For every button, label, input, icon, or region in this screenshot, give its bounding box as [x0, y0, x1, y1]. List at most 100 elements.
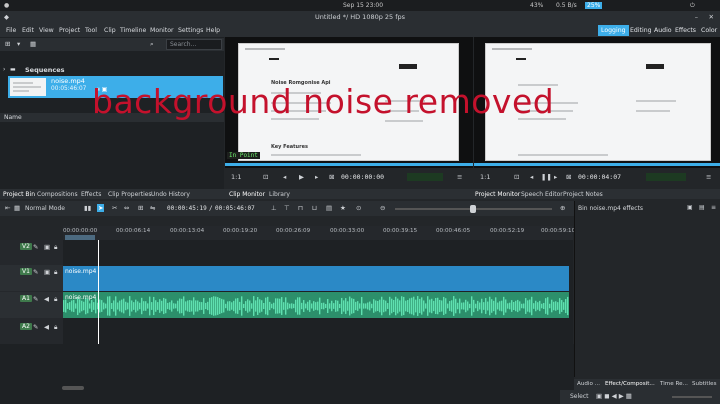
pause-icon[interactable]: ❚❚	[541, 173, 552, 181]
bin-clip-item[interactable]: noise.mp4 00:05:46:07 🔊︎ ▣	[8, 76, 223, 98]
slip-tool-icon[interactable]: ⊞	[138, 204, 143, 212]
lock-icon[interactable]: 🔒︎	[54, 323, 57, 332]
hide-icon[interactable]: ▣	[44, 268, 50, 276]
tab-time-remapping[interactable]: Time Re...	[660, 381, 688, 387]
zoom-in-icon[interactable]: ⊕	[560, 204, 565, 212]
folder-sequences[interactable]: › ▬ Sequences	[3, 66, 223, 76]
column-name[interactable]: Name	[4, 114, 22, 121]
timeline-ruler[interactable]: 00:00:00:00 00:00:06:14 00:00:13:04 00:0…	[63, 226, 575, 240]
track-menu-icon[interactable]: ⇤	[5, 204, 10, 212]
tab-clip-monitor[interactable]: Clip Monitor	[229, 191, 265, 198]
mix-icon[interactable]: ▮▮	[84, 204, 91, 212]
clip-monitor-ruler[interactable]	[225, 163, 473, 166]
zoom-out-icon[interactable]: ⊖	[380, 204, 385, 212]
minimize-icon[interactable]: –	[695, 11, 698, 24]
forward-icon[interactable]: ▸	[554, 173, 557, 181]
insert-icon[interactable]: ⊥	[271, 204, 277, 212]
timeline-scrollbar[interactable]	[62, 386, 84, 390]
mute-icon[interactable]: ◀	[44, 323, 49, 331]
lock-icon[interactable]: 🔒︎	[54, 295, 57, 304]
save-stack-icon[interactable]: ▤	[699, 204, 705, 211]
tab-undo-history[interactable]: Undo History	[151, 191, 190, 198]
timeline-mode-select[interactable]: Normal Mode	[25, 205, 65, 212]
system-clock[interactable]: Sep 15 23:00	[343, 2, 383, 9]
hide-icon[interactable]: ▣	[44, 243, 50, 251]
record-icon[interactable]: ⊙	[356, 204, 361, 212]
rewind-icon[interactable]: ◂	[283, 173, 286, 181]
menu-project[interactable]: Project	[59, 27, 80, 34]
lock-icon[interactable]: 🔒︎	[54, 243, 57, 252]
menu-help[interactable]: Help	[206, 27, 220, 34]
tab-project-monitor[interactable]: Project Monitor	[475, 191, 520, 198]
timeline-position[interactable]: 00:00:45:19	[167, 205, 207, 212]
playhead[interactable]	[98, 240, 99, 344]
monitor-menu-icon[interactable]: ≡	[457, 173, 462, 181]
overwrite-icon[interactable]: ⊤	[284, 204, 290, 212]
tab-effect-composition[interactable]: Effect/Composit...	[605, 381, 655, 387]
tab-project-notes[interactable]: Project Notes	[563, 191, 603, 198]
audio-clip[interactable]: noise.mp4	[63, 292, 569, 318]
loop-icon[interactable]: ⊠	[566, 173, 571, 181]
compare-icon[interactable]: ▣	[687, 204, 693, 211]
extract-icon[interactable]: ⊔	[312, 204, 317, 212]
menu-timeline[interactable]: Timeline	[120, 27, 146, 34]
effect-icon[interactable]: ✎	[33, 323, 38, 331]
expand-arrow-icon[interactable]: ›	[3, 66, 5, 73]
forward-icon[interactable]: ▸	[315, 173, 318, 181]
tab-subtitles[interactable]: Subtitles	[692, 381, 717, 387]
track-area[interactable]: noise.mp4 noise.mp4	[63, 240, 573, 344]
menu-view[interactable]: View	[39, 27, 54, 34]
ripple-tool-icon[interactable]: ⇋	[150, 204, 155, 212]
tab-project-bin[interactable]: Project Bin	[3, 191, 35, 198]
menu-monitor[interactable]: Monitor	[150, 27, 174, 34]
favorite-icon[interactable]: ★	[340, 204, 346, 212]
menu-icon[interactable]: ≡	[711, 204, 716, 211]
snap-icon[interactable]: ▤	[326, 204, 332, 212]
project-timecode[interactable]: 00:00:04:07	[578, 173, 621, 181]
select-tool-icon[interactable]: ➤	[97, 204, 105, 212]
menu-file[interactable]: File	[6, 27, 16, 34]
project-monitor-ruler[interactable]	[474, 163, 720, 166]
rewind-icon[interactable]: ◂	[530, 173, 533, 181]
status-icons[interactable]: ▣ ◼ ◀ ▶ ▦	[596, 392, 632, 400]
play-icon[interactable]: ▶	[299, 173, 304, 181]
monitor-menu-icon[interactable]: ≡	[706, 173, 711, 181]
tab-speech-editor[interactable]: Speech Editor	[521, 191, 563, 198]
mark-in-icon[interactable]: ⊡	[514, 173, 519, 181]
mark-in-icon[interactable]: ⊡	[263, 173, 268, 181]
project-zoom-select[interactable]: 1:1	[480, 173, 490, 181]
timeline-mode-icon[interactable]: ▦	[14, 204, 20, 212]
tab-compositions[interactable]: Compositions	[37, 191, 78, 198]
spacer-tool-icon[interactable]: ⇔	[124, 204, 129, 212]
activities-icon[interactable]: ●	[4, 2, 9, 9]
clip-zoom-select[interactable]: 1:1	[231, 173, 241, 181]
close-icon[interactable]: ✕	[709, 11, 714, 24]
razor-tool-icon[interactable]: ✂	[112, 204, 117, 212]
lift-icon[interactable]: ⊓	[298, 204, 303, 212]
add-clip-icon[interactable]: ⊞	[5, 40, 10, 48]
workspace-color[interactable]: Color	[698, 25, 720, 36]
menu-settings[interactable]: Settings	[178, 27, 203, 34]
view-mode-icon[interactable]: ▾	[17, 40, 20, 48]
bin-search-input[interactable]: Search...	[166, 39, 222, 50]
effect-icon[interactable]: ✎	[33, 295, 38, 303]
lock-icon[interactable]: 🔒︎	[54, 268, 57, 277]
zoom-slider-handle[interactable]	[470, 205, 476, 213]
new-folder-icon[interactable]: ▦	[30, 40, 36, 48]
effect-icon[interactable]: ✎	[33, 243, 38, 251]
workspace-effects[interactable]: Effects	[672, 25, 699, 36]
loop-icon[interactable]: ⊠	[329, 173, 334, 181]
clip-timecode[interactable]: 00:00:00:00	[341, 173, 384, 181]
tab-library[interactable]: Library	[269, 191, 290, 198]
tab-effects[interactable]: Effects	[81, 191, 101, 198]
tab-clip-properties[interactable]: Clip Properties	[108, 191, 152, 198]
video-clip[interactable]: noise.mp4	[63, 266, 569, 291]
power-icon[interactable]: ⏻	[690, 2, 695, 10]
menu-clip[interactable]: Clip	[104, 27, 116, 34]
status-zoom-slider[interactable]	[672, 396, 712, 398]
effect-icon[interactable]: ✎	[33, 268, 38, 276]
workspace-logging[interactable]: Logging	[598, 25, 629, 36]
menu-tool[interactable]: Tool	[85, 27, 97, 34]
menu-edit[interactable]: Edit	[22, 27, 34, 34]
tab-audio-mixer[interactable]: Audio ...	[577, 381, 600, 387]
